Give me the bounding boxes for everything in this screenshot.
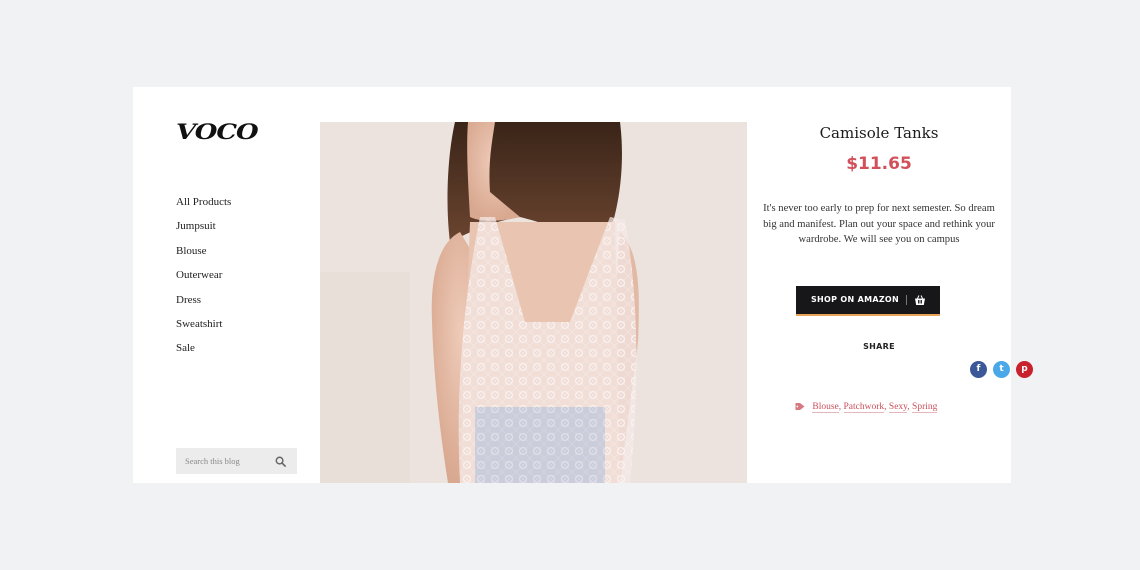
product-tags: Blouse, Patchwork, Sexy, Spring [795, 402, 955, 413]
share-label: SHARE [863, 342, 895, 351]
shop-on-amazon-button[interactable]: SHOP ON AMAZON [796, 286, 940, 316]
nav-item-blouse[interactable]: Blouse [176, 239, 231, 263]
tag-icon [795, 403, 805, 411]
button-divider [906, 295, 907, 305]
product-image [320, 122, 747, 483]
twitter-icon[interactable]: t [993, 361, 1010, 378]
nav-item-all-products[interactable]: All Products [176, 190, 231, 214]
tag-link-blouse[interactable]: Blouse [812, 402, 839, 413]
product-card: VOCO All Products Jumpsuit Blouse Outerw… [133, 87, 1033, 483]
brand-logo[interactable]: VOCO [176, 120, 259, 145]
category-nav: All Products Jumpsuit Blouse Outerwear D… [176, 190, 231, 361]
nav-item-outerwear[interactable]: Outerwear [176, 263, 231, 287]
social-share-buttons: f t p [747, 361, 1033, 378]
nav-item-dress[interactable]: Dress [176, 288, 231, 312]
search-icon[interactable] [275, 456, 286, 467]
tag-link-patchwork[interactable]: Patchwork [843, 402, 885, 413]
pinterest-icon[interactable]: p [1016, 361, 1033, 378]
search-input[interactable]: Search this blog [176, 448, 297, 474]
search-placeholder: Search this blog [185, 456, 240, 466]
tag-link-spring[interactable]: Spring [912, 402, 938, 413]
basket-icon [915, 295, 925, 305]
product-description: It's never too early to prep for next se… [763, 203, 995, 245]
product-price: $11.65 [846, 154, 912, 174]
product-title: Camisole Tanks [819, 124, 939, 142]
product-photo-illustration [320, 122, 747, 483]
nav-item-sale[interactable]: Sale [176, 336, 231, 360]
facebook-icon[interactable]: f [970, 361, 987, 378]
nav-item-sweatshirt[interactable]: Sweatshirt [176, 312, 231, 336]
tag-link-sexy[interactable]: Sexy [888, 402, 908, 413]
shop-button-label: SHOP ON AMAZON [811, 295, 900, 304]
nav-item-jumpsuit[interactable]: Jumpsuit [176, 214, 231, 238]
